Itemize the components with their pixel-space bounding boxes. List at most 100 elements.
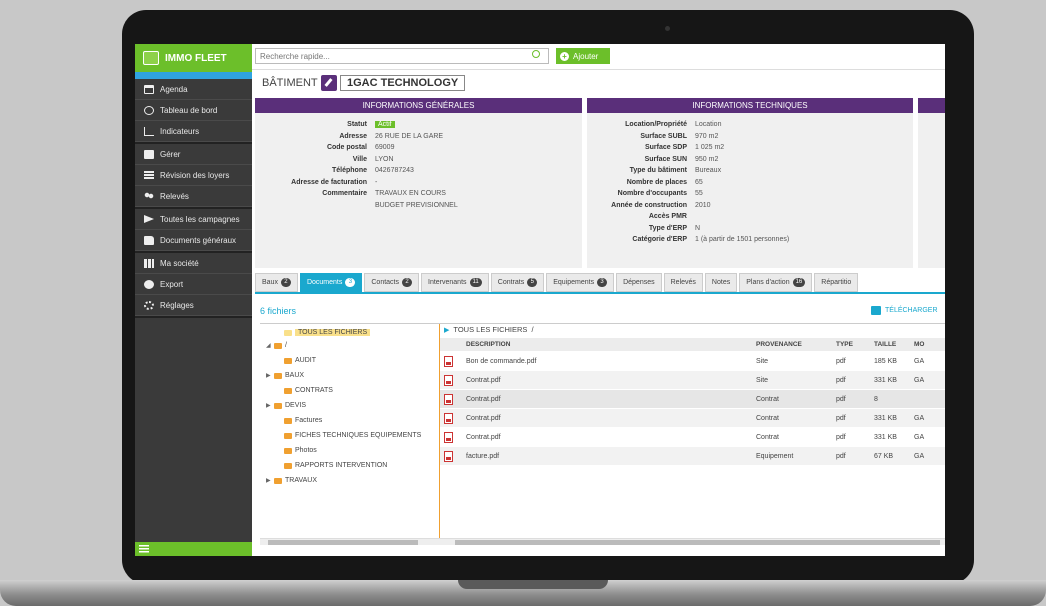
file-cell xyxy=(440,390,462,408)
tree-folder[interactable]: ▶ DEVIS xyxy=(266,402,306,409)
tree-folder[interactable]: FICHES TECHNIQUES EQUIPEMENTS xyxy=(284,432,421,439)
tree-folder[interactable]: ▶ TRAVAUX xyxy=(266,477,317,484)
sidebar-item[interactable]: Documents généraux xyxy=(135,230,252,251)
edit-icon[interactable] xyxy=(321,75,337,91)
info-label: Téléphone xyxy=(331,167,367,174)
tree-folder[interactable]: ◢ / xyxy=(266,342,287,349)
column-header[interactable]: TYPE xyxy=(832,338,870,351)
sidebar-item[interactable]: Ma société xyxy=(135,253,252,274)
tree-folder[interactable]: AUDIT xyxy=(284,357,316,364)
sidebar-item[interactable]: Réglages xyxy=(135,295,252,316)
expand-arrow-icon[interactable]: ◢ xyxy=(266,342,271,349)
folder-icon xyxy=(284,462,292,469)
search-input[interactable]: Recherche rapide... xyxy=(255,48,549,64)
table-icon xyxy=(144,170,154,180)
tree-folder[interactable]: Factures xyxy=(284,417,322,424)
tab-plansdaction[interactable]: Plans d'action 16 xyxy=(739,273,813,292)
tab-rpartitio[interactable]: Répartitio xyxy=(814,273,859,292)
sidebar-menu-toggle[interactable] xyxy=(135,542,252,556)
table-row[interactable]: Contrat.pdf Site pdf 331 KB GA xyxy=(440,371,945,390)
folder-icon xyxy=(284,432,292,439)
tree-folder[interactable]: ▶ BAUX xyxy=(266,372,304,379)
tab-notes[interactable]: Notes xyxy=(704,273,738,292)
sidebar-item[interactable]: Export xyxy=(135,274,252,295)
sidebar-item-label: Indicateurs xyxy=(160,126,200,136)
table-row[interactable]: facture.pdf Equipement pdf 67 KB GA xyxy=(440,447,945,466)
search-icon[interactable] xyxy=(532,50,540,58)
column-header[interactable]: DESCRIPTION xyxy=(462,338,752,351)
tab-contrats[interactable]: Contrats 5 xyxy=(490,273,545,292)
file-cell xyxy=(440,428,462,446)
sidebar-item[interactable]: Agenda xyxy=(135,79,252,100)
pdf-icon xyxy=(444,450,453,462)
tree-scroll-thumb[interactable] xyxy=(268,540,418,545)
tree-folder-label: CONTRATS xyxy=(295,387,333,394)
pdf-icon xyxy=(444,431,453,443)
topbar: Recherche rapide... + Ajouter xyxy=(252,44,945,70)
cell-mo: GA xyxy=(914,357,925,365)
tab-dpenses[interactable]: Dépenses xyxy=(616,273,662,292)
tree-folder[interactable]: CONTRATS xyxy=(284,387,333,394)
info-value: 0426787243 xyxy=(375,167,414,174)
sidebar-item[interactable]: Révision des loyers xyxy=(135,165,252,186)
file-cell xyxy=(440,447,462,465)
cell-taille: 67 KB xyxy=(874,452,894,460)
file-table: DESCRIPTION PROVENANCE TYPE TAILLE MO Bon de … xyxy=(440,338,945,466)
info-value: 950 m2 xyxy=(695,155,719,163)
sidebar-item[interactable]: Gérer xyxy=(135,144,252,165)
tab-baux[interactable]: Baux 2 xyxy=(255,273,298,292)
tab-documents[interactable]: Documents 3 xyxy=(299,273,363,292)
tab-label: Plans d'action xyxy=(746,279,790,286)
expand-arrow-icon[interactable]: ▶ xyxy=(266,477,271,484)
expand-arrow-icon[interactable]: ▶ xyxy=(266,372,271,379)
logo-icon xyxy=(143,51,159,65)
cell-taille: 185 KB xyxy=(874,357,897,365)
tab-relevs[interactable]: Relevés xyxy=(663,273,703,292)
info-label: Statut xyxy=(347,121,367,128)
sidebar-item[interactable]: Tableau de bord xyxy=(135,100,252,121)
table-row[interactable]: Contrat.pdf Contrat pdf 8 xyxy=(440,390,945,409)
info-value: Actif xyxy=(375,119,395,131)
column-header[interactable]: MO xyxy=(910,338,945,351)
column-header[interactable]: PROVENANCE xyxy=(752,338,832,351)
gear-icon xyxy=(144,300,154,310)
expand-arrow-icon[interactable]: ▶ xyxy=(266,402,271,409)
tab-contacts[interactable]: Contacts 2 xyxy=(364,273,419,292)
breadcrumb: ▶ TOUS LES FICHIERS / xyxy=(444,325,534,334)
info-value: Bureaux xyxy=(695,167,722,174)
panel-title: INFORMATIONS GÉNÉRALES xyxy=(255,98,582,113)
sidebar-item[interactable]: Toutes les campagnes xyxy=(135,209,252,230)
sidebar-item[interactable]: Relevés xyxy=(135,186,252,207)
sidebar-item-label: Révision des loyers xyxy=(160,170,230,180)
tree-folder[interactable]: TOUS LES FICHIERS xyxy=(284,329,371,336)
files-count: 6 fichiers xyxy=(260,306,297,316)
table-scroll-thumb[interactable] xyxy=(455,540,940,545)
horizontal-scrollbar[interactable] xyxy=(260,538,945,545)
sidebar-item-label: Ma société xyxy=(160,258,199,268)
table-header: DESCRIPTION PROVENANCE TYPE TAILLE MO xyxy=(440,338,945,352)
info-label: Type du bâtiment xyxy=(629,167,687,174)
cell-mo: GA xyxy=(914,414,925,422)
table-row[interactable]: Bon de commande.pdf Site pdf 185 KB GA xyxy=(440,352,945,371)
info-value: 26 RUE DE LA GARE xyxy=(375,132,444,140)
download-label: TÉLÉCHARGER xyxy=(885,307,938,314)
tree-folder[interactable]: Photos xyxy=(284,447,317,454)
column-header[interactable]: TAILLE xyxy=(870,338,910,351)
app-logo[interactable]: IMMO FLEET xyxy=(135,44,252,72)
table-row[interactable]: Contrat.pdf Contrat pdf 331 KB GA xyxy=(440,409,945,428)
tree-folder[interactable]: RAPPORTS INTERVENTION xyxy=(284,462,387,469)
add-button[interactable]: + Ajouter xyxy=(556,48,610,64)
info-row: Catégorie d'ERP 1 (à partir de 1501 perso… xyxy=(587,234,913,246)
tab-equipements[interactable]: Equipements 3 xyxy=(546,273,615,292)
download-button[interactable]: TÉLÉCHARGER xyxy=(871,306,938,315)
table-row[interactable]: Contrat.pdf Contrat pdf 331 KB GA xyxy=(440,428,945,447)
sidebar-item[interactable]: Indicateurs xyxy=(135,121,252,142)
calendar-icon xyxy=(144,84,154,94)
info-label: Adresse de facturation xyxy=(291,178,367,186)
info-row: Adresse de facturation - xyxy=(255,177,582,189)
info-label: Accès PMR xyxy=(648,213,687,220)
cell-provenance: Contrat xyxy=(756,433,779,441)
tab-intervenants[interactable]: Intervenants 11 xyxy=(421,273,489,292)
info-label: Code postal xyxy=(326,144,367,151)
breadcrumb-root[interactable]: TOUS LES FICHIERS xyxy=(453,325,527,334)
